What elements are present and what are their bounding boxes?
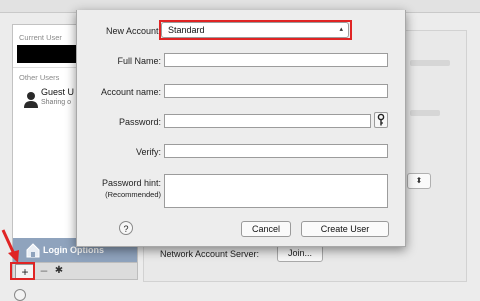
new-account-sheet: New Account: Standard ▴ Full Name: Accou… (76, 10, 406, 247)
remove-user-button[interactable]: – (37, 264, 51, 278)
guest-user-status: Sharing o (41, 99, 71, 106)
key-icon (377, 113, 385, 126)
other-users-header: Other Users (19, 73, 60, 82)
password-assistant-button[interactable] (374, 112, 388, 128)
help-button[interactable]: ? (119, 221, 133, 235)
account-name-field[interactable] (164, 84, 388, 98)
verify-label: Verify: (135, 147, 161, 157)
current-user-header: Current User (19, 33, 62, 42)
user-silhouette-icon (24, 92, 38, 108)
full-name-label: Full Name: (117, 56, 161, 66)
gear-icon[interactable]: ✱ (51, 264, 67, 278)
panel-dropdown[interactable]: ⬍ (407, 173, 431, 189)
hidden-panel-text (410, 110, 440, 116)
add-button-highlight (10, 262, 35, 280)
password-hint-label: Password hint: (101, 178, 161, 188)
hidden-panel-text (410, 60, 450, 66)
lock-icon[interactable] (14, 289, 26, 301)
cancel-button[interactable]: Cancel (241, 221, 291, 237)
password-field[interactable] (164, 114, 371, 128)
network-account-server-label: Network Account Server: (160, 249, 260, 259)
house-icon (26, 243, 40, 258)
password-hint-field[interactable] (164, 174, 388, 208)
join-button[interactable]: Join... (277, 245, 323, 262)
account-name-label: Account name: (100, 87, 161, 97)
password-hint-sublabel: (Recommended) (105, 190, 161, 199)
password-label: Password: (118, 117, 161, 127)
guest-user-name[interactable]: Guest U (41, 87, 74, 97)
new-account-label: New Account: (105, 26, 161, 36)
red-arrow-icon (1, 229, 19, 263)
create-user-button[interactable]: Create User (301, 221, 389, 237)
verify-field[interactable] (164, 144, 388, 158)
select-highlight (159, 20, 352, 40)
full-name-field[interactable] (164, 53, 388, 67)
